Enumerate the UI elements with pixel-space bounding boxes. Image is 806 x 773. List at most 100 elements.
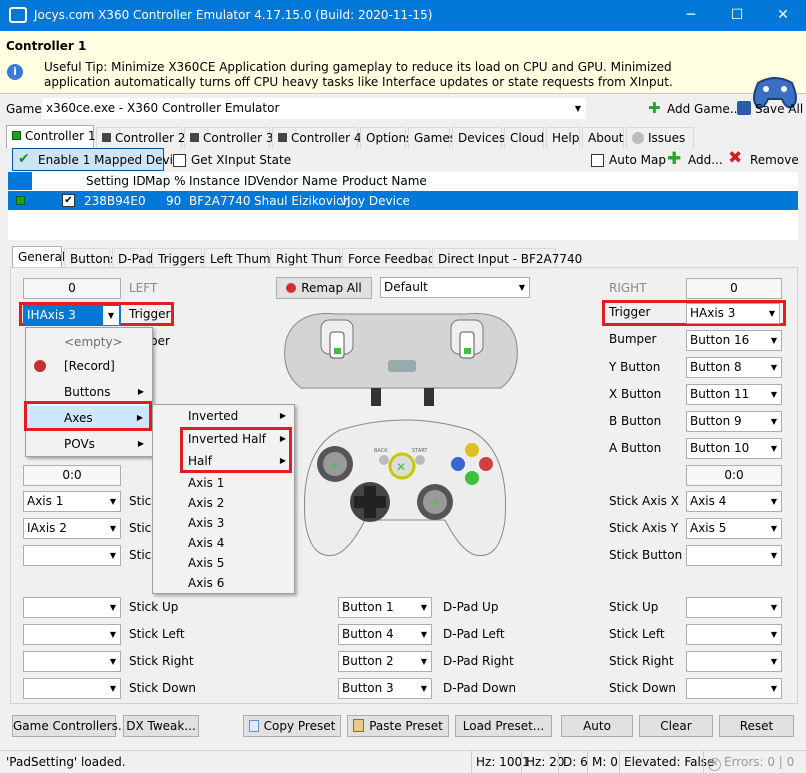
tab-right-thumb[interactable]: Right Thumb [270,248,353,268]
menu-item-record[interactable]: [Record] [26,354,152,378]
tab-label: Controller 3 [203,131,274,145]
add-game-button[interactable]: Add Game... [667,102,741,116]
menu-item-label: Inverted [188,409,239,423]
tab-options[interactable]: Options [360,127,412,149]
auto-map-checkbox[interactable] [591,154,604,167]
b-button-select[interactable]: Button 9 ▼ [686,411,782,432]
chevron-down-icon: ▼ [770,444,777,453]
minimize-button[interactable]: ─ [668,0,714,31]
menu-item-povs[interactable]: POVs ▶ [26,432,152,456]
right-stick-right-select[interactable]: ▼ [686,651,782,672]
x-button-select[interactable]: Button 11 ▼ [686,384,782,405]
auto-map-label: Auto Map [609,153,666,167]
menu-item-empty[interactable]: <empty> [26,330,152,354]
remove-device-button[interactable]: Remove [750,153,799,167]
left-stick-right-select[interactable]: ▼ [23,651,121,672]
right-stick-y-select[interactable]: Axis 5 ▼ [686,518,782,539]
tab-issues[interactable]: Issues [626,127,694,149]
tab-about[interactable]: About [582,127,624,149]
tab-controller-3[interactable]: Controller 3 [184,127,274,149]
dpad-right-label: D-Pad Right [443,654,514,668]
chevron-down-icon: ▼ [109,684,116,693]
paste-preset-button[interactable]: Paste Preset [347,715,449,737]
cell-map: 90 [166,194,182,208]
left-stick-up-select[interactable]: ▼ [23,597,121,618]
left-stick-down-select[interactable]: ▼ [23,678,121,699]
enable-device-label: Enable 1 Mapped Device [38,153,187,167]
controller-top-view-image [284,313,518,406]
enable-device-button[interactable]: ✔ Enable 1 Mapped Device [12,148,187,171]
right-trigger-select[interactable]: HAxis 3 ▼ [686,303,780,324]
left-stick-x-select[interactable]: Axis 1 ▼ [23,491,121,512]
banner-title: Controller 1 [6,39,87,53]
remap-all-label: Remap All [301,281,362,295]
maximize-button[interactable]: ☐ [714,0,760,31]
menu-item-axis-4[interactable]: Axis 4 [153,533,294,553]
close-button[interactable]: ✕ [760,0,806,31]
tab-help[interactable]: Help [546,127,580,149]
clear-button[interactable]: Clear [639,715,713,737]
save-all-button[interactable]: Save All [755,102,803,116]
right-bumper-select[interactable]: Button 16 ▼ [686,330,782,351]
dpad-right-select[interactable]: Button 2 ▼ [338,651,432,672]
menu-item-axis-3[interactable]: Axis 3 [153,513,294,533]
back-label: BACK [374,448,388,454]
tab-devices[interactable]: Devices [452,127,505,149]
tab-left-thumb[interactable]: Left Thumb [204,248,278,268]
get-xinput-checkbox[interactable] [173,154,186,167]
dpad-left-label: D-Pad Left [443,627,505,641]
left-stick-button-select[interactable]: ▼ [23,545,121,566]
auto-button[interactable]: Auto [561,715,633,737]
right-stick-up-select[interactable]: ▼ [686,597,782,618]
right-stick-x-label: Stick Axis X [609,494,679,508]
tab-dpad[interactable]: D-Pad [112,248,153,268]
svg-text:✕: ✕ [396,460,406,474]
dpad-down-select[interactable]: Button 3 ▼ [338,678,432,699]
right-stick-left-select[interactable]: ▼ [686,624,782,645]
menu-item-axis-2[interactable]: Axis 2 [153,493,294,513]
table-row[interactable]: ✔ 238B94E0 90 BF2A7740 Shaul Eizikovich … [8,191,798,210]
tab-controller-1[interactable]: Controller 1 [6,125,95,149]
right-stick-x-select[interactable]: Axis 4 ▼ [686,491,782,512]
half-options-highlight [180,427,292,473]
menu-item-axis-1[interactable]: Axis 1 [153,473,294,493]
tab-games[interactable]: Games [408,127,456,149]
tab-general[interactable]: General [12,246,65,268]
right-stick-button-select[interactable]: ▼ [686,545,782,566]
dpad-left-select[interactable]: Button 4 ▼ [338,624,432,645]
tab-direct-input[interactable]: Direct Input - BF2A7740 [432,248,582,268]
menu-item-inverted[interactable]: Inverted ▶ [153,405,294,427]
tab-label: Controller 4 [291,131,362,145]
chevron-down-icon: ▼ [109,603,116,612]
dx-tweak-button[interactable]: DX Tweak... [123,715,199,737]
left-trigger-select[interactable]: IHAxis 3 ▼ [23,305,121,326]
y-button-select[interactable]: Button 8 ▼ [686,357,782,378]
grid-corner [8,172,32,190]
tab-cloud[interactable]: Cloud [504,127,544,149]
left-stick-left-select[interactable]: ▼ [23,624,121,645]
tab-buttons[interactable]: Buttons [64,248,116,268]
game-select[interactable]: x360ce.exe - X360 Controller Emulator ▼ [42,98,586,119]
tab-controller-2[interactable]: Controller 2 [96,127,185,149]
menu-item-axis-5[interactable]: Axis 5 [153,553,294,573]
cell-setting-id: 238B94E0 [84,194,146,208]
game-controllers-button[interactable]: Game Controllers... [12,715,129,737]
tab-controller-4[interactable]: Controller 4 [272,127,362,149]
left-stick-y-select[interactable]: IAxis 2 ▼ [23,518,121,539]
menu-item-axis-6[interactable]: Axis 6 [153,573,294,593]
status-m: M: 0 [587,751,618,773]
remap-all-button[interactable]: Remap All [276,277,372,299]
preset-select[interactable]: Default ▼ [380,277,530,298]
dpad-up-select[interactable]: Button 1 ▼ [338,597,432,618]
tab-force-feedback[interactable]: Force Feedback [342,248,441,268]
right-stick-down-select[interactable]: ▼ [686,678,782,699]
tab-triggers[interactable]: Triggers [152,248,206,268]
load-preset-button[interactable]: Load Preset... [455,715,552,737]
paste-preset-label: Paste Preset [369,719,443,733]
reset-button[interactable]: Reset [719,715,794,737]
a-button-select[interactable]: Button 10 ▼ [686,438,782,459]
copy-preset-button[interactable]: Copy Preset [243,715,341,737]
status-message: 'PadSetting' loaded. [6,755,126,769]
row-checkbox[interactable]: ✔ [62,194,75,207]
add-device-button[interactable]: Add... [688,153,723,167]
